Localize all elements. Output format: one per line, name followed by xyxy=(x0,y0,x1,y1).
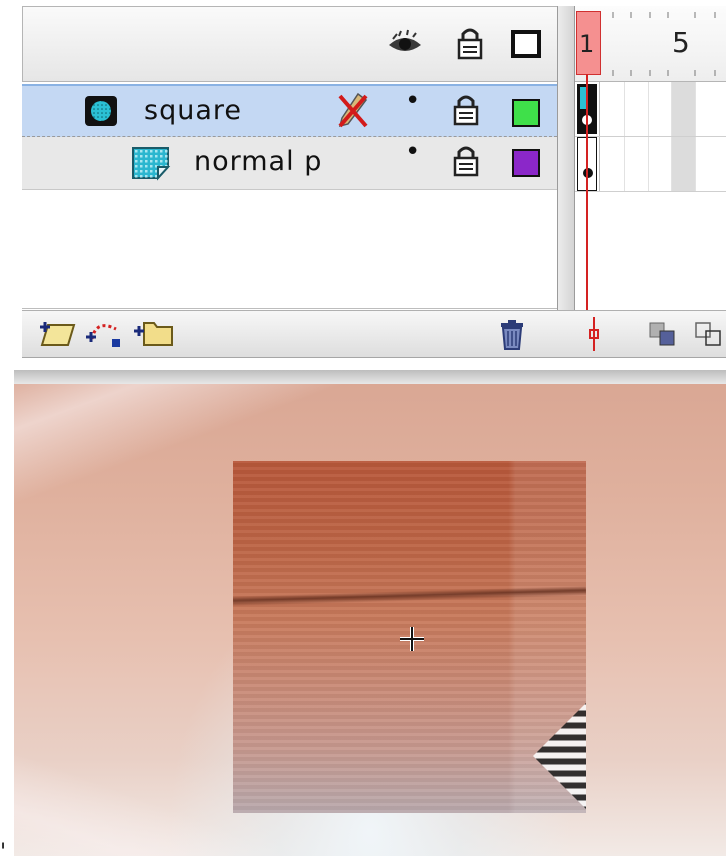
lock-icon[interactable] xyxy=(452,93,480,131)
playhead-marker-icon xyxy=(588,317,600,355)
layer-list-empty-area xyxy=(22,191,557,309)
masked-layer-icon xyxy=(130,145,172,185)
crosshair-icon xyxy=(399,626,425,652)
timeline-toolbar xyxy=(22,310,726,358)
visibility-dot[interactable]: • xyxy=(405,137,420,167)
pencil-crossed-icon xyxy=(334,90,372,134)
panel-splitter[interactable] xyxy=(557,6,575,310)
stage-edge xyxy=(14,370,726,384)
playhead[interactable]: 1 xyxy=(576,11,601,75)
lock-icon[interactable] xyxy=(455,25,487,60)
layer-row-square[interactable]: square • xyxy=(22,84,557,137)
edge-mark: ' xyxy=(0,840,7,865)
frames-grid[interactable] xyxy=(575,82,726,310)
insert-folder-icon[interactable] xyxy=(132,317,176,353)
insert-layer-icon[interactable] xyxy=(38,319,78,353)
playhead-line xyxy=(586,74,588,310)
layer-name[interactable]: square xyxy=(144,95,242,126)
add-motion-guide-icon[interactable] xyxy=(84,315,124,353)
onion-skin-icon[interactable] xyxy=(648,321,678,351)
delete-layer-icon[interactable] xyxy=(498,319,526,355)
visibility-dot[interactable]: • xyxy=(405,86,420,116)
lock-icon[interactable] xyxy=(452,144,480,182)
layer-name[interactable]: normal p xyxy=(194,146,322,177)
mask-layer-icon xyxy=(84,95,118,131)
ruler-frame-label: 5 xyxy=(672,26,690,59)
eye-icon[interactable] xyxy=(387,29,421,61)
outline-color-swatch[interactable] xyxy=(512,149,540,177)
onion-skin-outlines-icon[interactable] xyxy=(694,321,726,351)
outline-icon[interactable] xyxy=(510,29,542,61)
layer-row-normal-p[interactable]: normal p • xyxy=(22,137,557,190)
outline-color-swatch[interactable] xyxy=(512,99,540,127)
layer-header xyxy=(22,6,557,82)
